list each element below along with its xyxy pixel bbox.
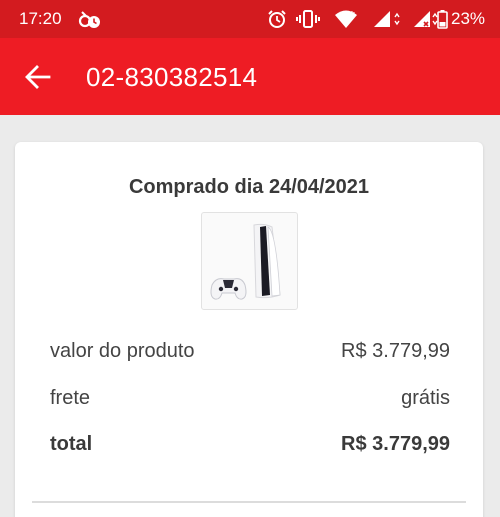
product-value-label: valor do produto — [50, 340, 195, 362]
total-label: total — [50, 433, 93, 455]
product-value-amount: R$ 3.779,99 — [341, 340, 450, 362]
app-bar: 02-830382514 — [0, 38, 500, 115]
vibrate-icon — [296, 8, 320, 30]
alarm-icon — [266, 8, 288, 30]
status-time: 17:20 — [19, 9, 62, 28]
voicemail-icon — [78, 8, 102, 30]
battery-percentage: 23% — [451, 9, 486, 28]
arrow-left-icon — [25, 65, 51, 89]
order-number-title: 02-830382514 — [86, 62, 258, 92]
total-row: total R$ 3.779,99 — [50, 433, 450, 456]
product-value-row: valor do produto R$ 3.779,99 — [50, 340, 450, 363]
shipping-value: grátis — [401, 387, 450, 409]
divider — [32, 501, 466, 503]
signal-icon — [372, 8, 402, 30]
battery-icon — [436, 8, 448, 30]
order-summary-card: Comprado dia 24/04/2021 valor do produto… — [15, 142, 483, 517]
total-amount: R$ 3.779,99 — [341, 433, 450, 455]
status-bar: 17:20 23% — [0, 0, 500, 38]
shipping-row: frete grátis — [50, 387, 450, 410]
back-button[interactable] — [22, 62, 54, 92]
wifi-icon — [334, 8, 358, 30]
purchase-date: Comprado dia 24/04/2021 — [128, 176, 370, 198]
product-image[interactable] — [201, 212, 298, 310]
shipping-label: frete — [50, 387, 91, 409]
